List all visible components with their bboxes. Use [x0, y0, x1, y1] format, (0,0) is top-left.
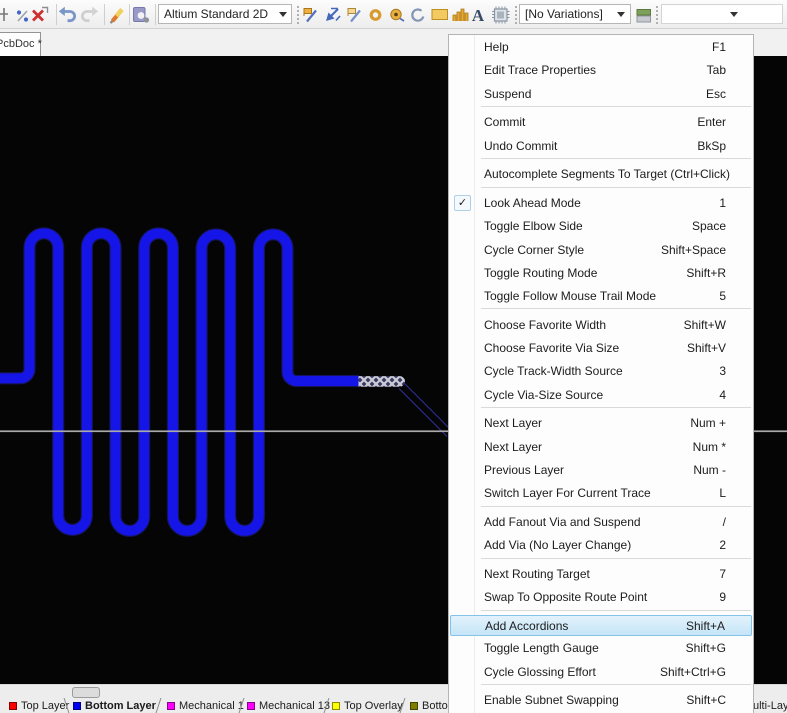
svg-text:A: A [472, 6, 485, 25]
